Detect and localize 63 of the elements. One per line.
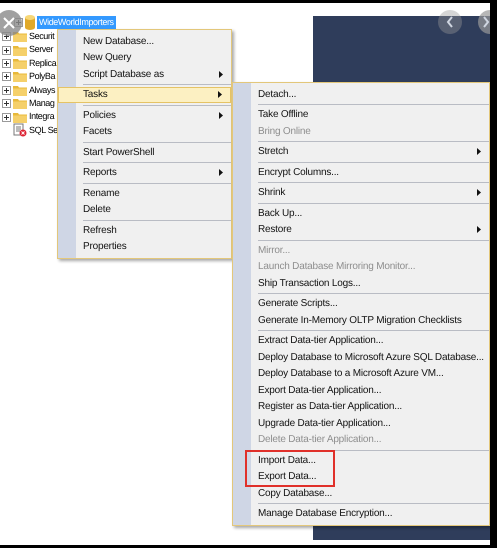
menu-item[interactable]: Generate In-Memory OLTP Migration Checklists [233, 312, 489, 328]
menu-item[interactable]: Detach... [233, 86, 489, 102]
menu-item[interactable]: Extract Data-tier Application... [233, 332, 489, 349]
menu-item[interactable]: Ship Transaction Logs... [233, 275, 489, 292]
menu-item[interactable]: Export Data... [233, 468, 489, 485]
folder-icon [13, 98, 27, 110]
expand-icon[interactable] [2, 112, 11, 122]
previous-icon[interactable] [438, 10, 462, 34]
menu-item[interactable]: Start PowerShell [58, 144, 231, 160]
folder-icon [13, 58, 27, 69]
menu-item[interactable]: Policies [58, 107, 231, 124]
menu-item[interactable]: Shrink [233, 184, 489, 201]
menu-item[interactable]: Back Up... [233, 205, 489, 222]
menu-item[interactable]: New Database... [58, 33, 231, 50]
expand-icon[interactable] [2, 46, 11, 55]
tree-item[interactable]: Replica [29, 56, 56, 70]
submenu-arrow-icon [219, 169, 223, 176]
menu-item[interactable]: Manage Database Encryption... [233, 506, 489, 522]
menu-item[interactable]: Reports [58, 164, 231, 181]
tree-item[interactable]: Always [29, 84, 56, 98]
tree-item[interactable]: Server [29, 43, 54, 57]
menu-item[interactable]: Facets [58, 124, 231, 140]
menu-item[interactable]: Deploy Database to Microsoft Azure SQL Database... [233, 349, 489, 366]
tree-item[interactable]: Integra [29, 110, 54, 124]
menu-item[interactable]: Export Data-tier Application... [233, 382, 489, 398]
expand-icon[interactable] [2, 86, 11, 95]
expand-icon[interactable] [2, 99, 11, 108]
expand-icon[interactable] [2, 72, 11, 82]
menu-item[interactable]: Upgrade Data-tier Application... [233, 415, 489, 432]
folder-icon [13, 71, 27, 82]
tree-item[interactable]: PolyBa [29, 70, 56, 84]
folder-icon [13, 31, 27, 42]
submenu-arrow-icon [477, 148, 481, 156]
menu-item[interactable]: Copy Database... [233, 485, 489, 502]
menu-item[interactable]: Encrypt Columns... [233, 164, 489, 180]
database-icon [25, 15, 35, 30]
menu-item[interactable]: Refresh [58, 222, 231, 238]
menu-item[interactable]: Deploy Database to a Microsoft Azure VM... [233, 366, 489, 382]
menu-item[interactable]: Stretch [233, 144, 489, 160]
menu-item[interactable]: Tasks [58, 86, 231, 103]
menu-item[interactable]: Restore [233, 222, 489, 238]
menu-item[interactable]: Delete [58, 202, 231, 218]
menu-item[interactable]: Generate Scripts... [233, 296, 489, 312]
submenu-arrow-icon [477, 189, 481, 196]
menu-item[interactable]: Properties [58, 238, 231, 255]
submenu-arrow-icon [219, 70, 223, 78]
folder-icon [13, 84, 27, 96]
folder-icon [13, 112, 27, 123]
menu-item[interactable]: Register as Data-tier Application... [233, 398, 489, 415]
submenu-arrow-icon [477, 226, 481, 234]
menu-item[interactable]: Rename [58, 185, 231, 202]
submenu-arrow-icon [219, 112, 223, 119]
tree-item[interactable]: Manag [29, 96, 55, 110]
folder-icon [13, 44, 27, 56]
menu-item[interactable]: Script Database as [58, 66, 231, 82]
menu-item[interactable]: Take Offline [233, 106, 489, 123]
tree-item[interactable]: SQL Se [29, 124, 58, 138]
tree-item[interactable]: Securit [29, 30, 54, 44]
server-agent-icon [13, 123, 27, 138]
expand-icon[interactable] [2, 58, 11, 68]
submenu-arrow-icon [218, 91, 222, 98]
menu-item[interactable]: New Query [58, 50, 231, 66]
menu-item[interactable]: Import Data... [233, 452, 489, 468]
